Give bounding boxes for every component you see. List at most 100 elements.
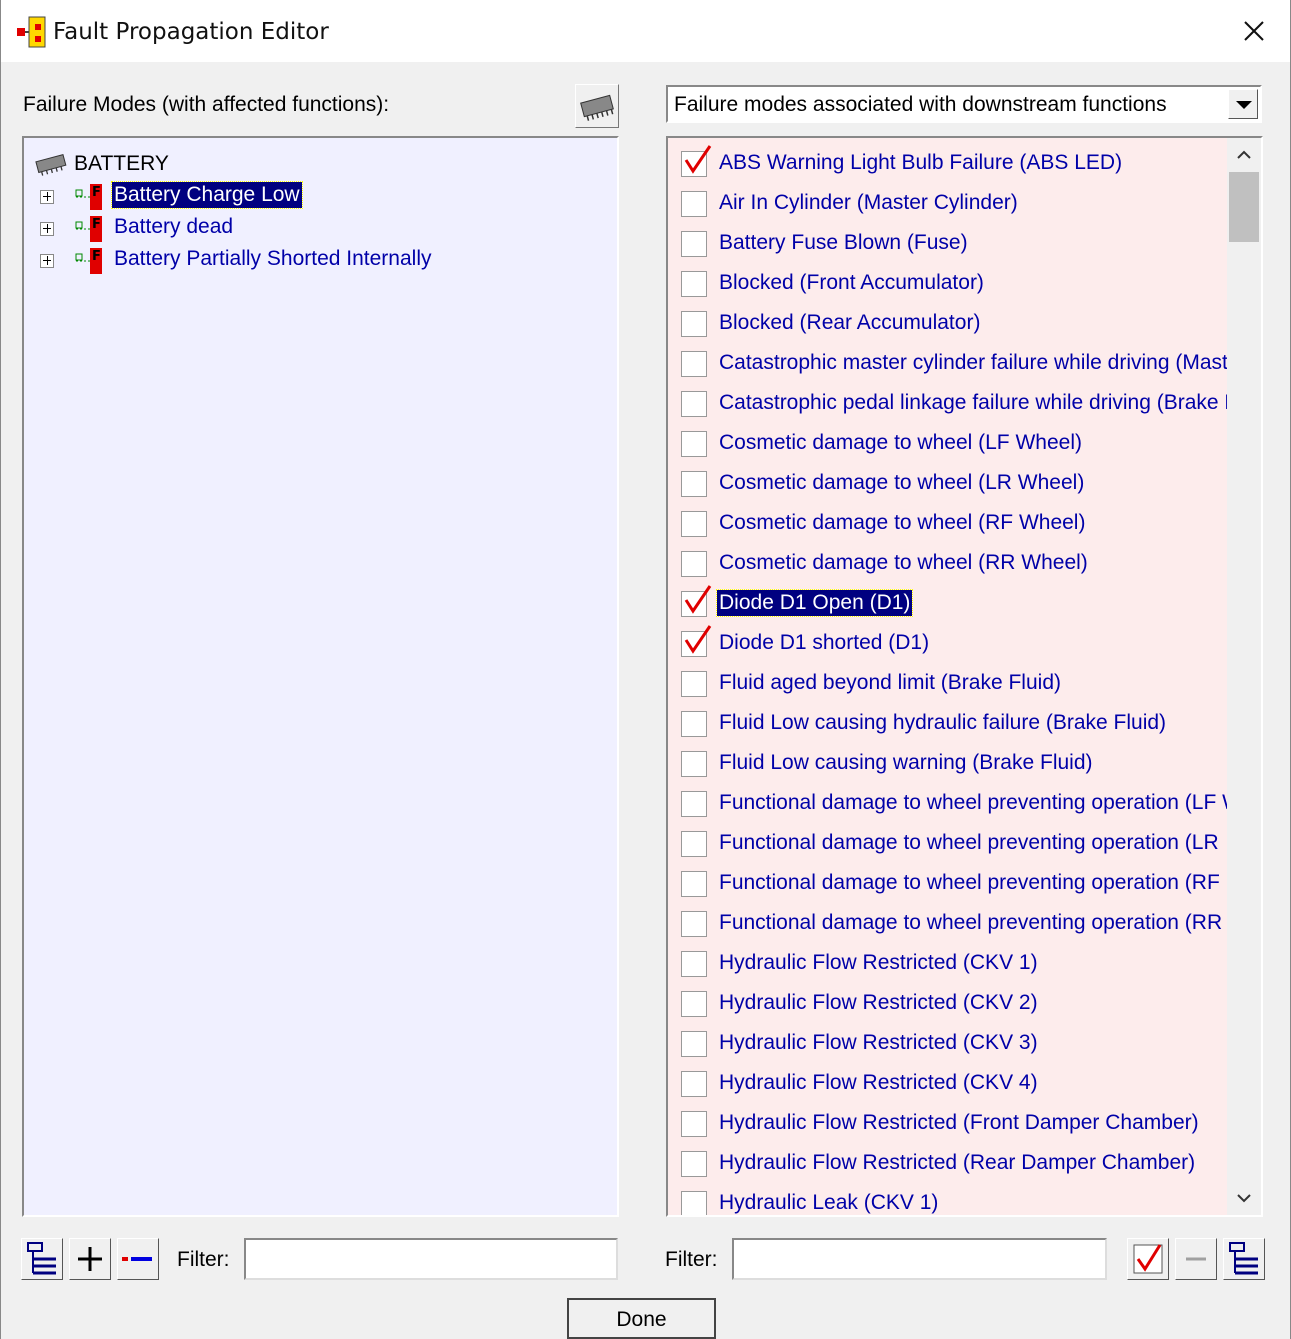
checkbox[interactable] — [681, 351, 707, 377]
tree-item-label: Battery Partially Shorted Internally — [114, 247, 432, 270]
close-icon[interactable] — [1231, 12, 1277, 52]
checklist-item-label: Catastrophic master cylinder failure whi… — [719, 351, 1228, 374]
checklist-item-label: Functional damage to wheel preventing op… — [719, 791, 1228, 814]
checkbox[interactable] — [681, 831, 707, 857]
tree-view-icon — [27, 1242, 56, 1275]
checkbox[interactable] — [681, 311, 707, 337]
checklist-item[interactable]: Functional damage to wheel preventing op… — [668, 904, 1228, 944]
right-tree-view-button[interactable] — [1223, 1238, 1265, 1280]
checklist-item[interactable]: Blocked (Rear Accumulator) — [668, 304, 1228, 344]
checkbox[interactable] — [681, 671, 707, 697]
checkbox[interactable] — [681, 751, 707, 777]
chevron-down-icon[interactable] — [1228, 89, 1258, 119]
checkbox[interactable] — [681, 911, 707, 937]
checkbox[interactable] — [681, 1191, 707, 1215]
checkbox[interactable] — [681, 551, 707, 577]
checklist-item[interactable]: Hydraulic Leak (CKV 1) — [668, 1184, 1228, 1215]
scroll-down-icon[interactable] — [1227, 1181, 1261, 1215]
vertical-scrollbar[interactable] — [1227, 138, 1261, 1215]
checkbox[interactable] — [681, 871, 707, 897]
tree-item-battery-partially-shorted[interactable]: F Battery Partially Shorted Internally — [40, 246, 600, 276]
uncheck-button[interactable] — [1175, 1238, 1217, 1280]
failure-mode-checklist[interactable]: ABS Warning Light Bulb Failure (ABS LED)… — [666, 136, 1263, 1217]
tree-item-battery-dead[interactable]: F Battery dead — [40, 214, 600, 244]
checklist-item-label: Functional damage to wheel preventing op… — [719, 911, 1223, 934]
checkbox[interactable] — [681, 471, 707, 497]
checklist-item[interactable]: Hydraulic Flow Restricted (Front Damper … — [668, 1104, 1228, 1144]
scroll-thumb[interactable] — [1229, 172, 1259, 242]
checkbox[interactable] — [681, 391, 707, 417]
checklist-item[interactable]: Hydraulic Flow Restricted (CKV 4) — [668, 1064, 1228, 1104]
checklist-item-label: Fluid Low causing hydraulic failure (Bra… — [719, 711, 1167, 734]
remove-button[interactable] — [117, 1238, 159, 1280]
checklist-item-label: Hydraulic Flow Restricted (Front Damper … — [719, 1111, 1199, 1134]
checklist-item[interactable]: Functional damage to wheel preventing op… — [668, 784, 1228, 824]
checklist-item-label: Fluid aged beyond limit (Brake Fluid) — [719, 671, 1061, 694]
svg-text:F: F — [92, 185, 101, 200]
checklist-item[interactable]: Fluid Low causing warning (Brake Fluid) — [668, 744, 1228, 784]
svg-text:F: F — [92, 217, 101, 232]
checkbox[interactable] — [681, 231, 707, 257]
tree-root-label: BATTERY — [74, 152, 169, 175]
checklist-item[interactable]: Blocked (Front Accumulator) — [668, 264, 1228, 304]
check-all-button[interactable] — [1127, 1238, 1169, 1280]
scroll-up-icon[interactable] — [1227, 138, 1261, 172]
checklist-item[interactable]: Cosmetic damage to wheel (LF Wheel) — [668, 424, 1228, 464]
checklist-item[interactable]: Diode D1 Open (D1) — [668, 584, 1228, 624]
checklist-item-label: Hydraulic Leak (CKV 1) — [719, 1191, 939, 1214]
checkbox[interactable] — [681, 711, 707, 737]
checkbox[interactable] — [681, 791, 707, 817]
checklist-item[interactable]: Hydraulic Flow Restricted (CKV 1) — [668, 944, 1228, 984]
failure-mode-tree[interactable]: BATTERY F Battery Charge Low F Battery d… — [22, 136, 619, 1217]
done-button[interactable]: Done — [567, 1298, 716, 1339]
check-all-icon — [1133, 1244, 1163, 1274]
checklist-item[interactable]: Catastrophic pedal linkage failure while… — [668, 384, 1228, 424]
add-button[interactable] — [69, 1238, 111, 1280]
checklist-item[interactable]: Hydraulic Flow Restricted (CKV 3) — [668, 1024, 1228, 1064]
checkbox[interactable] — [681, 1071, 707, 1097]
expand-icon[interactable] — [40, 254, 54, 268]
dropdown-value: Failure modes associated with downstream… — [674, 93, 1167, 116]
svg-text:F: F — [92, 249, 101, 264]
checklist-item-label: Cosmetic damage to wheel (LR Wheel) — [719, 471, 1085, 494]
checklist-item[interactable]: Hydraulic Flow Restricted (Rear Damper C… — [668, 1144, 1228, 1184]
tree-item-battery-charge-low[interactable]: F Battery Charge Low — [40, 181, 600, 212]
right-filter-input[interactable] — [732, 1238, 1107, 1280]
component-select-button[interactable] — [575, 84, 619, 128]
checklist-item-label: Diode D1 shorted (D1) — [719, 631, 930, 654]
expand-icon[interactable] — [40, 190, 54, 204]
checklist-items: ABS Warning Light Bulb Failure (ABS LED)… — [668, 138, 1228, 1215]
failure-mode-filter-dropdown[interactable]: Failure modes associated with downstream… — [666, 85, 1262, 123]
checkbox[interactable] — [681, 1031, 707, 1057]
checklist-item-label: Hydraulic Flow Restricted (CKV 3) — [719, 1031, 1038, 1054]
checkbox[interactable] — [681, 511, 707, 537]
checklist-item[interactable]: Catastrophic master cylinder failure whi… — [668, 344, 1228, 384]
checklist-item[interactable]: ABS Warning Light Bulb Failure (ABS LED) — [668, 144, 1228, 184]
checklist-item[interactable]: Cosmetic damage to wheel (RF Wheel) — [668, 504, 1228, 544]
checklist-item[interactable]: Functional damage to wheel preventing op… — [668, 864, 1228, 904]
checklist-item-label: Cosmetic damage to wheel (LF Wheel) — [719, 431, 1082, 454]
checkbox[interactable] — [681, 271, 707, 297]
checklist-item[interactable]: Functional damage to wheel preventing op… — [668, 824, 1228, 864]
fault-propagation-editor-window: Fault Propagation Editor Failure Modes (… — [0, 0, 1291, 1339]
left-filter-label: Filter: — [177, 1248, 230, 1271]
expand-icon[interactable] — [40, 222, 54, 236]
checklist-item[interactable]: Air In Cylinder (Master Cylinder) — [668, 184, 1228, 224]
checklist-item[interactable]: Battery Fuse Blown (Fuse) — [668, 224, 1228, 264]
checklist-item-label: Blocked (Rear Accumulator) — [719, 311, 981, 334]
checkbox[interactable] — [681, 1111, 707, 1137]
checklist-item[interactable]: Fluid Low causing hydraulic failure (Bra… — [668, 704, 1228, 744]
checkbox[interactable] — [681, 1151, 707, 1177]
expand-tree-button[interactable] — [21, 1238, 63, 1280]
left-filter-input[interactable] — [244, 1238, 618, 1280]
checkmark-icon — [684, 625, 712, 654]
checkbox[interactable] — [681, 431, 707, 457]
checkbox[interactable] — [681, 991, 707, 1017]
checklist-item[interactable]: Cosmetic damage to wheel (LR Wheel) — [668, 464, 1228, 504]
checklist-item[interactable]: Diode D1 shorted (D1) — [668, 624, 1228, 664]
checklist-item[interactable]: Cosmetic damage to wheel (RR Wheel) — [668, 544, 1228, 584]
checkbox[interactable] — [681, 951, 707, 977]
checkbox[interactable] — [681, 191, 707, 217]
checklist-item[interactable]: Fluid aged beyond limit (Brake Fluid) — [668, 664, 1228, 704]
checklist-item[interactable]: Hydraulic Flow Restricted (CKV 2) — [668, 984, 1228, 1024]
